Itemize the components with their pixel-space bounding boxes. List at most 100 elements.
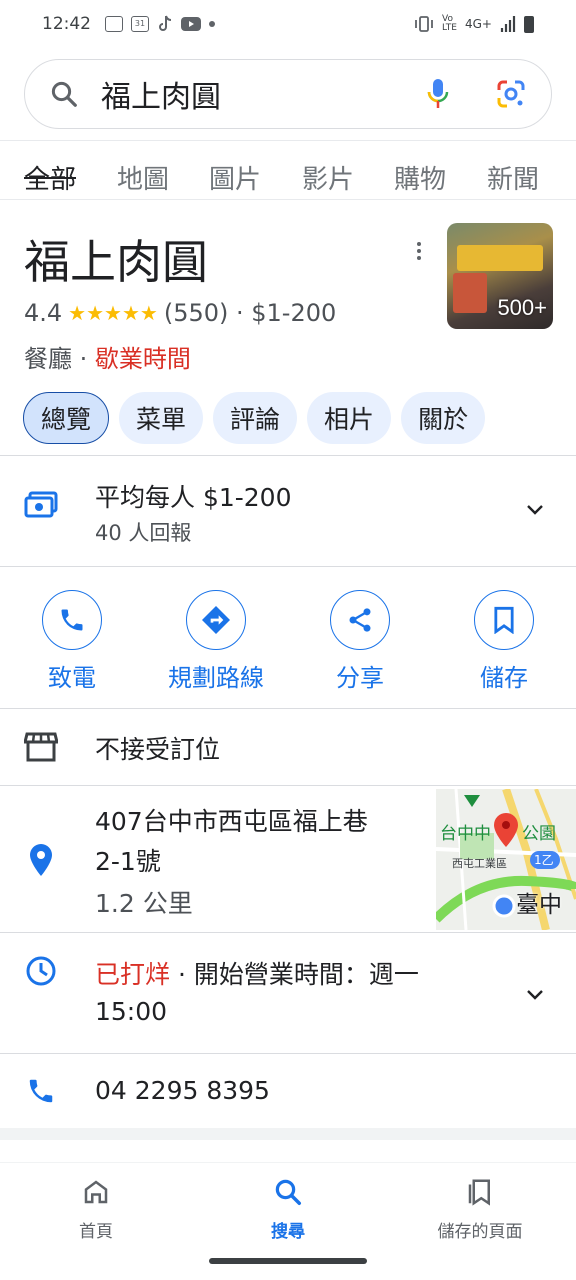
section-divider [0, 1128, 576, 1140]
share-label: 分享 [336, 664, 384, 692]
distance: 1.2 公里 [95, 889, 193, 918]
chevron-down-icon[interactable] [523, 498, 547, 522]
map-label-district: 西屯工業區 [452, 857, 507, 870]
hours-row[interactable]: 已打烊 · 開始營業時間：週一 15:00 [0, 933, 576, 1053]
location-pin-icon [30, 844, 52, 876]
nav-saved-pages[interactable]: 儲存的頁面 [400, 1177, 560, 1242]
chip-about[interactable]: 關於 [401, 392, 486, 444]
directions-button[interactable]: 規劃路線 [146, 590, 286, 693]
hours-text: 已打烊 · 開始營業時間：週一 [95, 955, 419, 991]
average-price: 平均每人 $1-200 [95, 483, 292, 512]
share-icon [349, 608, 371, 632]
bookmark-icon [494, 606, 514, 634]
directions-label: 規劃路線 [168, 664, 264, 692]
status-bar: 12:42 31 Vo LTE 4G+ [0, 0, 576, 48]
directions-icon [202, 606, 230, 634]
tab-maps[interactable]: 地圖 [117, 159, 169, 196]
money-icon [24, 491, 58, 518]
chip-photos[interactable]: 相片 [307, 392, 392, 444]
separator: · [228, 299, 252, 327]
tab-images[interactable]: 圖片 [209, 159, 261, 196]
calendar-icon: 31 [131, 16, 149, 32]
hours-status: 歇業時間 [94, 345, 191, 373]
photo-shape [453, 273, 487, 313]
phone-number[interactable]: 04 2295 8395 [95, 1076, 270, 1105]
chip-menu[interactable]: 菜單 [119, 392, 204, 444]
opening-time: 開始營業時間：週一 [193, 960, 419, 989]
map-label-route: 1乙 [534, 853, 554, 867]
clock-icon [26, 956, 56, 986]
reservation-row: 不接受訂位 [0, 709, 576, 785]
place-title: 福上肉圓 [24, 235, 208, 289]
lens-camera-icon[interactable] [495, 78, 527, 110]
phone-icon [29, 1079, 53, 1103]
review-count[interactable]: (550) [164, 299, 229, 327]
more-notifications-icon [209, 21, 215, 27]
chip-reviews[interactable]: 評論 [213, 392, 298, 444]
notification-icons: 31 [105, 15, 215, 33]
address-line-1: 407台中市西屯區福上巷 [95, 807, 368, 836]
share-button[interactable]: 分享 [290, 590, 430, 693]
place-photo[interactable]: 500+ [447, 223, 553, 329]
chip-overview[interactable]: 總覽 [23, 392, 110, 444]
system-icons: Vo LTE 4G+ [414, 15, 534, 33]
call-button[interactable]: 致電 [2, 590, 142, 693]
phone-icon [61, 609, 83, 631]
address-line-2: 2-1號 [95, 847, 161, 876]
search-bar[interactable]: 福上肉圓 [24, 59, 552, 129]
reservation-text: 不接受訂位 [95, 735, 221, 764]
price-reports: 40 人回報 [95, 521, 192, 545]
gesture-bar[interactable] [209, 1258, 367, 1264]
nav-saved-label: 儲存的頁面 [437, 1222, 523, 1242]
rating-value: 4.4 [24, 299, 63, 327]
voice-search-icon[interactable] [425, 77, 451, 111]
search-icon [51, 81, 77, 107]
app-notification-icon [105, 16, 123, 32]
saved-pages-icon [468, 1179, 490, 1206]
status-time: 12:42 [42, 14, 91, 34]
divider [0, 566, 576, 567]
youtube-icon [181, 17, 201, 31]
network-type: 4G+ [465, 17, 492, 31]
tab-news[interactable]: 新聞 [487, 159, 539, 196]
tab-all[interactable]: 全部 [24, 159, 77, 196]
more-options-icon[interactable] [414, 240, 424, 262]
home-icon [84, 1180, 108, 1204]
tab-videos[interactable]: 影片 [302, 159, 354, 196]
opening-hour: 15:00 [95, 997, 168, 1026]
chevron-down-icon[interactable] [523, 983, 547, 1007]
save-label: 儲存 [480, 664, 528, 692]
separator: · [79, 345, 95, 373]
nav-search-label: 搜尋 [271, 1222, 305, 1242]
battery-icon [524, 15, 534, 33]
star-rating: ★★★★★ [68, 301, 158, 325]
nav-search[interactable]: 搜尋 [208, 1177, 368, 1242]
vibrate-icon [415, 16, 433, 32]
photo-sign-shape [457, 245, 543, 271]
price-range: $1-200 [251, 299, 337, 327]
closed-status: 已打烊 [95, 960, 171, 989]
place-chips: 總覽 菜單 評論 相片 關於 [23, 392, 486, 444]
signal-icon [500, 16, 516, 32]
map-label-city: 臺中 [516, 892, 562, 918]
phone-row[interactable]: 04 2295 8395 [0, 1054, 576, 1128]
nav-home-label: 首頁 [79, 1222, 113, 1242]
map-thumbnail[interactable]: 台中中 公園 西屯工業區 1乙 臺中 [436, 789, 576, 930]
photo-count: 500+ [497, 295, 547, 320]
map-label-park: 台中中 [440, 824, 491, 844]
place-category: 餐廳 [24, 345, 72, 373]
category-row: 餐廳 · 歇業時間 [24, 339, 191, 374]
separator: · [170, 960, 194, 989]
rating-row: 4.4 ★★★★★ (550) · $1-200 [24, 299, 336, 327]
call-label: 致電 [48, 664, 96, 692]
tab-shopping[interactable]: 購物 [394, 159, 446, 196]
nav-home[interactable]: 首頁 [16, 1177, 176, 1242]
action-buttons: 致電 規劃路線 分享 儲存 [0, 590, 576, 693]
search-tabs: 全部 地圖 圖片 影片 購物 新聞 [0, 140, 576, 200]
price-row[interactable]: 平均每人 $1-200 40 人回報 [0, 456, 576, 566]
store-icon [24, 732, 58, 762]
search-input[interactable]: 福上肉圓 [101, 72, 425, 116]
map-label-park-2: 公園 [522, 824, 556, 844]
save-button[interactable]: 儲存 [434, 590, 574, 693]
search-icon [275, 1179, 301, 1205]
